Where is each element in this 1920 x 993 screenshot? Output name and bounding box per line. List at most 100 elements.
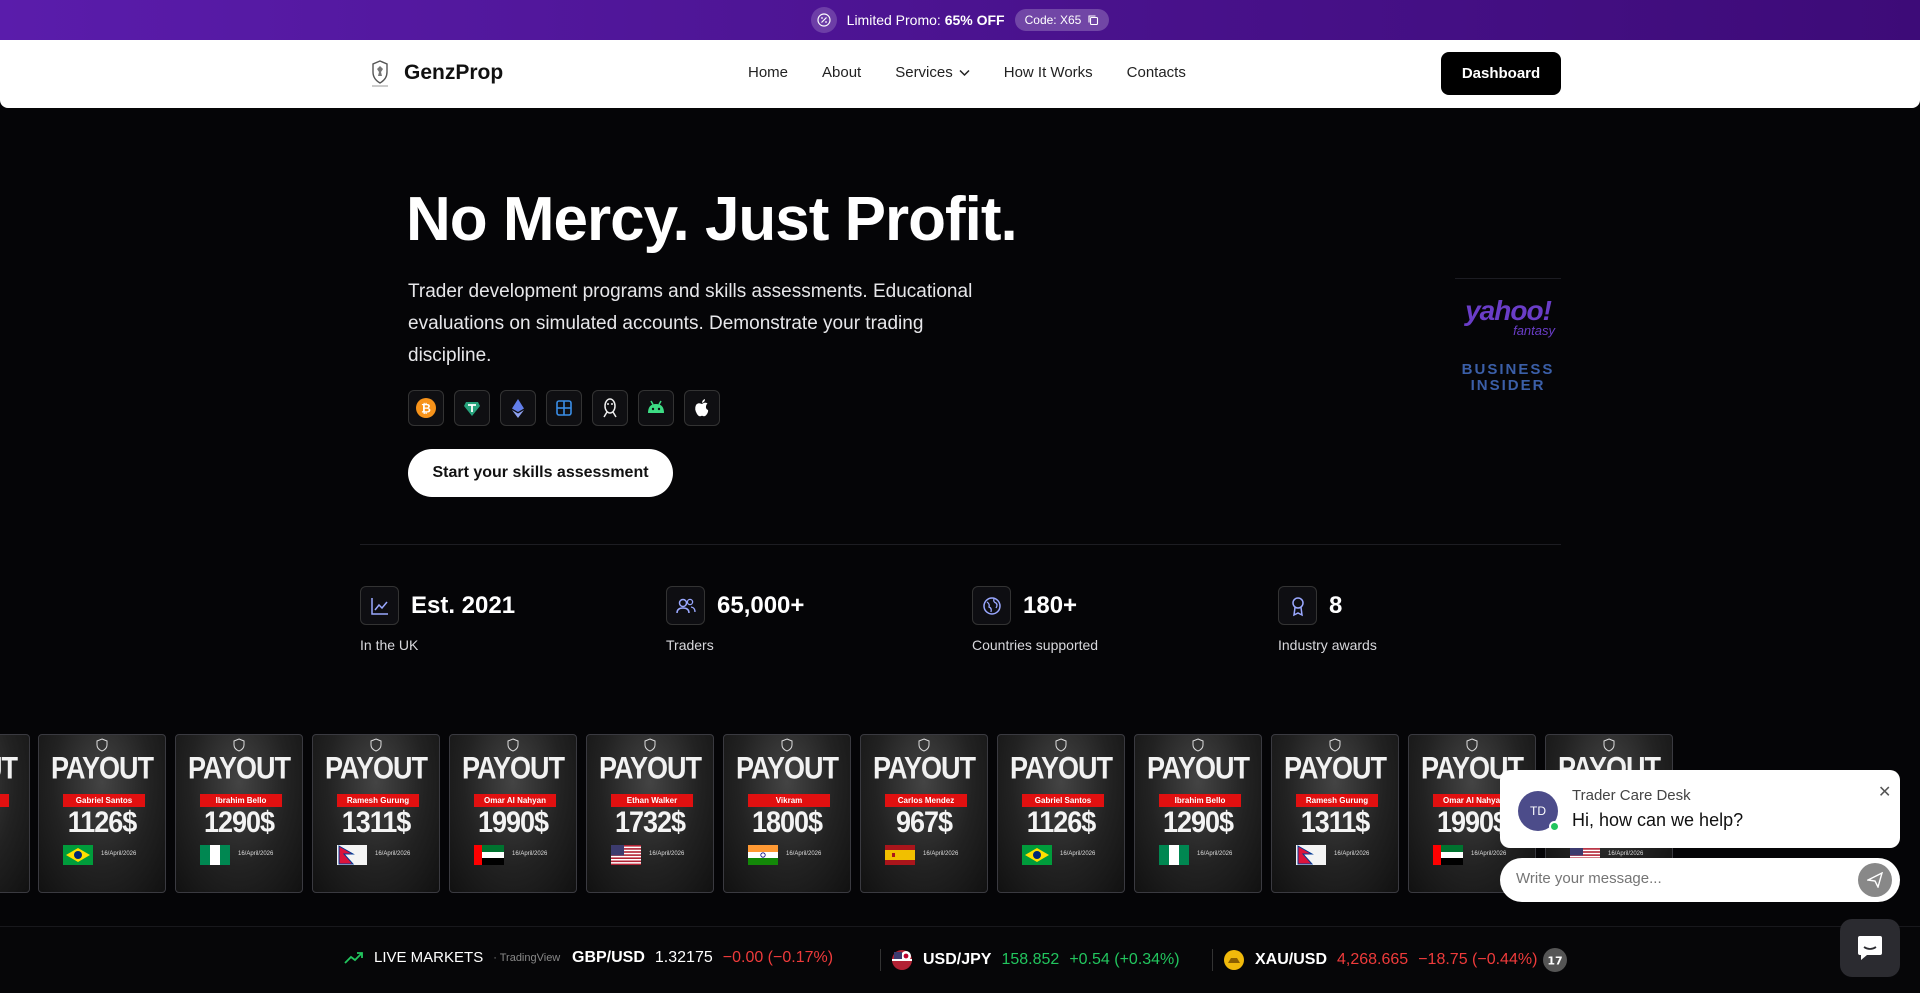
ticker-separator bbox=[1212, 949, 1213, 971]
stat-value: 180+ bbox=[1023, 592, 1078, 619]
payout-date: 16/April/2026 bbox=[1197, 851, 1233, 857]
quote-xauusd[interactable]: XAU/USD 4,268.665 −18.75 (−0.44%) bbox=[1212, 949, 1537, 971]
start-assessment-button[interactable]: Start your skills assessment bbox=[408, 449, 673, 497]
payout-amount: 1800$ bbox=[751, 805, 823, 839]
payout-card: PAYOUT Vikram 1800$ 16/April/2026 bbox=[723, 734, 851, 893]
payout-amount: 1126$ bbox=[1026, 805, 1097, 839]
flag-india-icon bbox=[748, 845, 778, 865]
gold-icon bbox=[1224, 950, 1244, 970]
send-button[interactable] bbox=[1858, 863, 1892, 897]
quote-usdjpy[interactable]: USD/JPY 158.852 +0.54 (+0.34%) bbox=[880, 949, 1180, 971]
stat-label: Traders bbox=[666, 637, 714, 653]
nav-home[interactable]: Home bbox=[748, 64, 788, 81]
svg-text:₿: ₿ bbox=[421, 402, 431, 416]
quote-symbol: GBP/USD bbox=[572, 949, 645, 966]
stat-label: Industry awards bbox=[1278, 637, 1377, 653]
close-icon[interactable]: ✕ bbox=[1878, 782, 1891, 802]
chat-bubble-icon bbox=[1858, 936, 1882, 960]
payout-heading: PAYOUT bbox=[324, 750, 428, 786]
chart-icon bbox=[360, 586, 399, 625]
windows-icon bbox=[546, 390, 582, 426]
payout-card: PAYOUT Omar Al Nahyan 1990$ 16/April/2026 bbox=[449, 734, 577, 893]
live-markets-ticker: LIVE MARKETS · TradingView GBP/USD 1.321… bbox=[0, 926, 1920, 993]
quote-gbpusd[interactable]: GBP/USD 1.32175 −0.00 (−0.17%) bbox=[572, 949, 833, 967]
stat-traders: 65,000+ Traders bbox=[666, 586, 926, 653]
ethereum-icon bbox=[500, 390, 536, 426]
flag-uae-icon bbox=[1433, 845, 1463, 865]
ticker-title: LIVE MARKETS bbox=[374, 949, 484, 966]
payout-date: 16/April/2026 bbox=[101, 851, 137, 857]
chat-message-input[interactable] bbox=[1516, 870, 1846, 887]
payout-heading: PAYOUT bbox=[0, 750, 18, 786]
flag-nepal-icon bbox=[337, 845, 367, 865]
payout-heading: PAYOUT bbox=[187, 750, 291, 786]
quote-symbol: XAU/USD bbox=[1255, 951, 1328, 968]
payout-date: 16/April/2026 bbox=[649, 851, 685, 857]
tether-icon bbox=[454, 390, 490, 426]
brand-link[interactable]: GenzProp bbox=[368, 58, 503, 88]
nav-how-it-works[interactable]: How It Works bbox=[1004, 64, 1093, 81]
payout-card: PAYOUT Ramesh Gurung 1311$ 16/April/2026 bbox=[1271, 734, 1399, 893]
nav-services[interactable]: Services bbox=[895, 64, 970, 81]
promo-code: Code: X65 bbox=[1024, 13, 1082, 27]
ticker-source: · TradingView bbox=[493, 951, 561, 964]
brand-name: GenzProp bbox=[404, 61, 504, 84]
stat-awards: 8 Industry awards bbox=[1278, 586, 1538, 653]
brand-logo-icon bbox=[372, 60, 388, 87]
stat-established: Est. 2021 In the UK bbox=[360, 586, 620, 653]
payout-date: 16/April/2026 bbox=[923, 851, 959, 857]
platform-icons: ₿ bbox=[408, 390, 720, 426]
nav-about[interactable]: About bbox=[822, 64, 861, 81]
promo-code-button[interactable]: Code: X65 bbox=[1014, 9, 1110, 31]
quote-price: 158.852 bbox=[1001, 951, 1060, 968]
dashboard-button[interactable]: Dashboard bbox=[1441, 52, 1561, 95]
stat-countries: 180+ Countries supported bbox=[972, 586, 1232, 653]
hero-divider bbox=[360, 544, 1561, 545]
flag-brazil-icon bbox=[1022, 845, 1052, 865]
globe-icon bbox=[972, 586, 1011, 625]
payout-date: 16/April/2026 bbox=[1471, 851, 1507, 857]
chat-launcher-button[interactable] bbox=[1840, 919, 1900, 977]
quote-change: −18.75 (−0.44%) bbox=[1418, 951, 1538, 968]
payout-amount: 1290$ bbox=[203, 805, 275, 839]
payout-date: 16/April/2026 bbox=[238, 851, 274, 857]
chevron-down-icon bbox=[959, 69, 970, 76]
payout-amount: 1732$ bbox=[614, 805, 686, 839]
agent-name: Trader Care Desk bbox=[1572, 787, 1691, 804]
payout-card: PAYOUT Ibrahim Bello 1290$ 16/April/2026 bbox=[1134, 734, 1262, 893]
hero-subtitle: Trader development programs and skills a… bbox=[408, 281, 973, 366]
ticker-separator bbox=[880, 949, 881, 971]
tradingview-icon: 17 bbox=[1543, 948, 1567, 972]
business-insider-logo: BUSINESS INSIDER bbox=[1461, 361, 1555, 394]
payout-heading: PAYOUT bbox=[598, 750, 702, 786]
payout-heading: PAYOUT bbox=[461, 750, 565, 786]
chat-greeting: Hi, how can we help? bbox=[1572, 810, 1744, 830]
payout-date: 16/April/2026 bbox=[786, 851, 822, 857]
payout-date: 16/April/2026 bbox=[1334, 851, 1370, 857]
payout-heading: PAYOUT bbox=[1009, 750, 1113, 786]
payout-amount: 967$ bbox=[895, 805, 953, 839]
payout-heading: PAYOUT bbox=[735, 750, 839, 786]
flag-nigeria-icon bbox=[200, 845, 230, 865]
payout-date: 16/April/2026 bbox=[1608, 851, 1644, 857]
payout-card: PAYOUT Ramesh Gurung 1311$ 16/April/2026 bbox=[312, 734, 440, 893]
payout-amount: 1126$ bbox=[67, 805, 138, 839]
payout-card: PAYOUT Gabriel Santos 1126$ 16/April/2026 bbox=[38, 734, 166, 893]
payout-amount: 1311$ bbox=[341, 805, 412, 839]
top-nav: GenzProp Home About Services How It Work… bbox=[0, 40, 1920, 108]
payout-amount: 1990$ bbox=[477, 805, 549, 839]
flag-brazil-icon bbox=[63, 845, 93, 865]
chat-greeting-card: TD Trader Care Desk Hi, how can we help?… bbox=[1500, 770, 1900, 848]
flag-uae-icon bbox=[474, 845, 504, 865]
send-icon bbox=[1867, 872, 1883, 888]
payout-heading: PAYOUT bbox=[1283, 750, 1387, 786]
nav-contacts[interactable]: Contacts bbox=[1127, 64, 1186, 81]
payout-heading: PAYOUT bbox=[1146, 750, 1250, 786]
payout-date: 16/April/2026 bbox=[1060, 851, 1096, 857]
nav-services-label: Services bbox=[895, 64, 953, 81]
payout-heading: PAYOUT bbox=[50, 750, 154, 786]
tradingview-badge[interactable]: 17 bbox=[1542, 947, 1568, 973]
payout-card: PAYOUT Gabriel Santos 1126$ 16/April/2026 bbox=[997, 734, 1125, 893]
chat-input-bar bbox=[1500, 858, 1900, 902]
copy-icon bbox=[1088, 15, 1099, 26]
